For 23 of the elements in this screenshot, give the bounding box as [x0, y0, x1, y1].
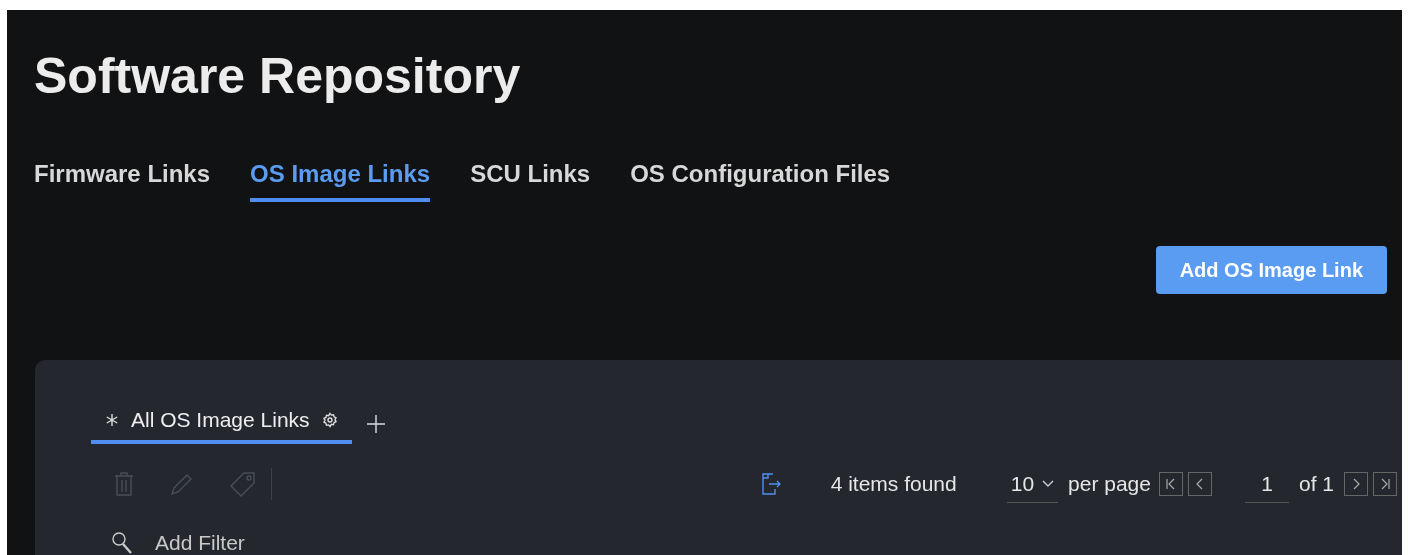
first-page-button[interactable] [1158, 472, 1183, 496]
next-page-button[interactable] [1344, 472, 1368, 496]
plus-icon[interactable] [365, 414, 386, 434]
previous-page-button[interactable] [1187, 472, 1212, 496]
settings-icon[interactable] [321, 412, 338, 428]
tab[interactable]: OS Configuration Files [630, 156, 891, 202]
search-icon [111, 531, 133, 555]
items-count: 4 items found [830, 472, 957, 496]
per-page-label: per page [1068, 472, 1151, 496]
page-total: of 1 [1298, 472, 1334, 496]
per-page-select[interactable]: 10 [1006, 465, 1059, 503]
tab[interactable]: Firmware Links [34, 156, 211, 202]
page-title: Software Repository [34, 50, 522, 102]
page-input[interactable]: 1 [1244, 465, 1289, 503]
last-page-button[interactable] [1373, 472, 1397, 496]
chevron-down-icon [1042, 479, 1055, 488]
filter-field[interactable]: Add Filter [153, 530, 428, 555]
tab[interactable]: OS Image Links [250, 156, 431, 202]
asterisk-icon [105, 413, 119, 427]
first-page-icon [1164, 478, 1177, 490]
last-page-icon [1379, 478, 1391, 490]
view-tab[interactable]: All OS Image Links [91, 404, 352, 444]
tab[interactable]: SCU Links [470, 156, 591, 202]
